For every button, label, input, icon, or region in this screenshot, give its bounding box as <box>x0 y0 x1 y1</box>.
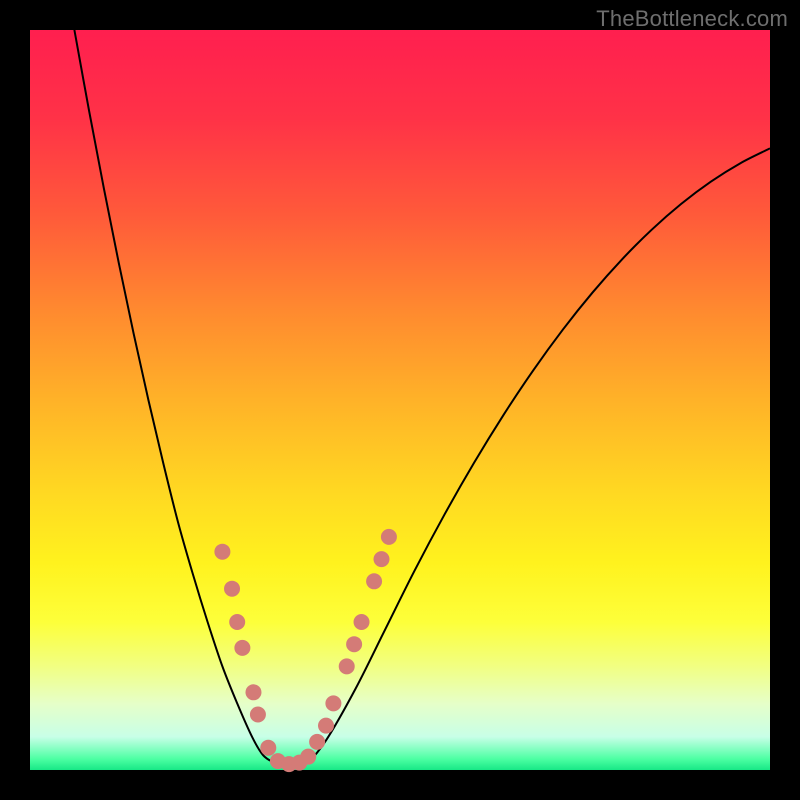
data-marker <box>229 614 245 630</box>
data-marker <box>260 740 276 756</box>
data-marker <box>354 614 370 630</box>
data-marker <box>214 544 230 560</box>
data-marker <box>374 551 390 567</box>
data-marker <box>346 636 362 652</box>
plot-background <box>30 30 770 770</box>
data-marker <box>234 640 250 656</box>
data-marker <box>381 529 397 545</box>
chart-container: TheBottleneck.com <box>0 0 800 800</box>
data-marker <box>309 734 325 750</box>
chart-svg <box>0 0 800 800</box>
data-marker <box>250 707 266 723</box>
data-marker <box>300 749 316 765</box>
data-marker <box>325 695 341 711</box>
data-marker <box>318 718 334 734</box>
data-marker <box>224 581 240 597</box>
data-marker <box>339 658 355 674</box>
data-marker <box>366 573 382 589</box>
data-marker <box>245 684 261 700</box>
watermark-text: TheBottleneck.com <box>596 6 788 32</box>
